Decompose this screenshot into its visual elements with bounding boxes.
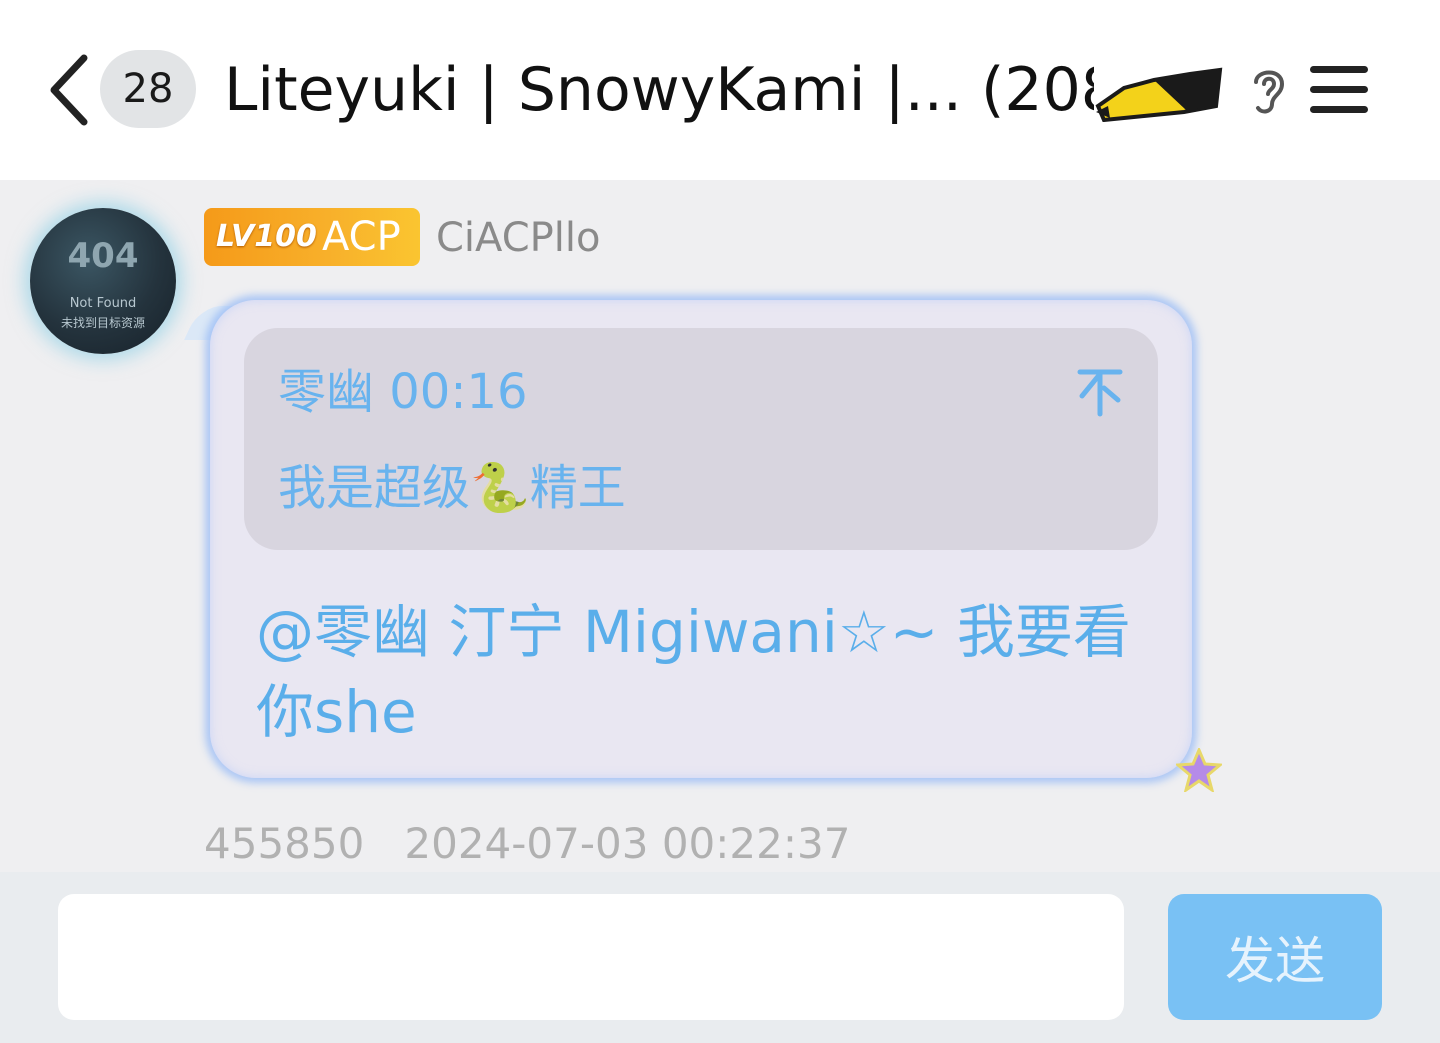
menu-icon[interactable] <box>1308 62 1372 116</box>
message-meta: 455850 2024-07-03 00:22:37 <box>204 819 851 868</box>
avatar-not-found-text: Not Found <box>69 296 137 311</box>
avatar-image: 404 Not Found 未找到目标资源 <box>30 208 176 354</box>
send-button[interactable]: 发送 <box>1168 894 1382 1020</box>
quote-author-time: 零幽 00:16 <box>278 364 528 420</box>
sender-name[interactable]: CiACPllo <box>436 212 600 264</box>
level-text: LV100 <box>216 219 317 254</box>
avatar-not-found-cn-text: 未找到目标资源 <box>60 316 145 330</box>
member-title-text: ACP <box>322 214 401 260</box>
hooray-badge-icon <box>1095 67 1223 122</box>
back-arrow-icon[interactable] <box>44 52 96 128</box>
chat-title[interactable]: Liteyuki | SnowyKami |... (208) <box>224 50 1094 130</box>
sender-avatar[interactable]: 404 Not Found 未找到目标资源 <box>14 186 194 366</box>
sparkle-star-icon <box>1176 748 1222 792</box>
ear-icon[interactable] <box>1248 64 1290 116</box>
message-text: @零幽 汀宁 Migiwani☆~ 我要看你she <box>256 598 1131 746</box>
jump-to-quote-icon[interactable] <box>1076 366 1124 418</box>
quote-text: 我是超级🐍精王 <box>278 460 626 516</box>
unread-count-badge[interactable]: 28 <box>100 50 196 128</box>
chat-header: 28 Liteyuki | SnowyKami |... (208) <box>0 0 1440 180</box>
message-input[interactable] <box>58 894 1124 1020</box>
level-badge: LV100 ACP <box>204 208 420 266</box>
avatar-404-text: 404 <box>67 236 139 276</box>
